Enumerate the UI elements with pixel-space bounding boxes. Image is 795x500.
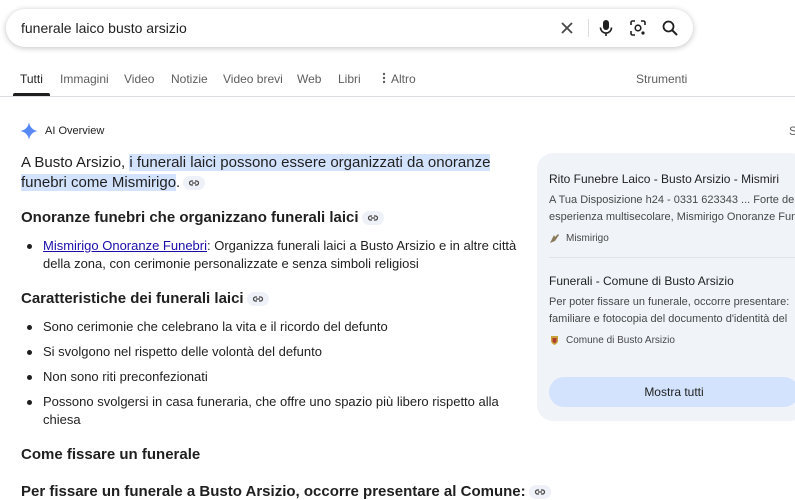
tab-tutti[interactable]: Tutti — [20, 72, 43, 86]
camera-lens-icon[interactable] — [628, 18, 648, 38]
list-item: Non sono riti preconfezionati — [21, 368, 521, 386]
close-icon[interactable] — [557, 18, 577, 38]
search-input[interactable] — [21, 9, 541, 47]
section-heading: Onoranze funebri che organizzano funeral… — [21, 209, 384, 226]
ai-overview-label: AI Overview — [45, 125, 105, 137]
tab-altro-label: Altro — [391, 72, 416, 86]
source-name: Comune di Busto Arsizio — [566, 335, 675, 346]
sources-panel: Rito Funebre Laico - Busto Arsizio - Mis… — [537, 153, 795, 421]
link-icon — [367, 215, 378, 221]
card-divider — [549, 257, 795, 258]
section-title: Per fissare un funerale a Busto Arsizio,… — [21, 483, 526, 500]
ai-overview-lead: A Busto Arsizio, i funerali laici posson… — [21, 153, 501, 193]
source-name: Mismirigo — [566, 233, 609, 244]
source-card-snippet: esperienza multisecolare, Mismirigo Onor… — [549, 211, 795, 223]
search-icon[interactable] — [660, 18, 680, 38]
citation-link-button[interactable] — [528, 485, 551, 500]
source-card-source[interactable]: Comune di Busto Arsizio — [549, 335, 675, 346]
section-heading: Caratteristiche dei funerali laici — [21, 290, 269, 307]
tab-immagini[interactable]: Immagini — [60, 72, 109, 86]
section-heading: Come fissare un funerale — [21, 446, 200, 463]
lead-highlight-2: funebri come Mismirigo — [21, 174, 177, 191]
tab-altro[interactable]: Altro — [380, 72, 416, 86]
source-card-title[interactable]: Rito Funebre Laico - Busto Arsizio - Mis… — [549, 172, 779, 186]
citation-link-button[interactable] — [246, 292, 269, 307]
lead-prefix: A Busto Arsizio, — [21, 154, 130, 171]
tab-video[interactable]: Video — [124, 72, 154, 86]
lead-suffix: . — [176, 174, 181, 191]
section-title: Come fissare un funerale — [21, 446, 201, 463]
section-title: Caratteristiche dei funerali laici — [21, 290, 244, 307]
tab-libri[interactable]: Libri — [338, 72, 361, 86]
source-card-title[interactable]: Funerali - Comune di Busto Arsizio — [549, 274, 734, 288]
active-tab-indicator — [13, 93, 50, 96]
link-icon — [534, 489, 545, 495]
city-crest-icon — [551, 336, 558, 345]
citation-link-button[interactable] — [183, 176, 206, 191]
tab-notizie[interactable]: Notizie — [171, 72, 208, 86]
sparkle-icon — [20, 122, 38, 140]
bullet-list: Sono cerimonie che celebrano la vita e i… — [21, 318, 521, 429]
bullet-list: Mismirigo Onoranze Funebri: Organizza fu… — [21, 237, 521, 273]
source-link[interactable]: Mismirigo Onoranze Funebri — [43, 238, 207, 253]
mismirigo-favicon-icon — [550, 234, 559, 243]
source-card-snippet: A Tua Disposizione h24 - 0331 623343 ...… — [549, 194, 795, 206]
search-tabs: Tutti Immagini Video Notizie Video brevi… — [0, 60, 795, 97]
section-title: Onoranze funebri che organizzano funeral… — [21, 209, 359, 226]
microphone-icon[interactable] — [596, 18, 616, 38]
list-item: Sono cerimonie che celebrano la vita e i… — [21, 318, 521, 336]
source-card-snippet: Per poter fissare un funerale, occorre p… — [549, 296, 790, 308]
vertical-dots-icon — [382, 72, 386, 84]
link-icon — [252, 296, 263, 302]
tools-button[interactable]: Strumenti — [636, 72, 687, 86]
list-item: Possono svolgersi in casa funeraria, che… — [21, 393, 521, 429]
tab-video-brevi[interactable]: Video brevi — [223, 72, 283, 86]
corner-letter: S — [789, 124, 795, 138]
source-card-snippet: familiare e fotocopia del documento d'id… — [549, 313, 788, 325]
section-heading: Per fissare un funerale a Busto Arsizio,… — [21, 483, 551, 500]
list-item: Mismirigo Onoranze Funebri: Organizza fu… — [21, 237, 521, 273]
tab-web[interactable]: Web — [297, 72, 321, 86]
search-divider — [588, 19, 589, 37]
list-item: Si svolgono nel rispetto delle volontà d… — [21, 343, 521, 361]
citation-link-button[interactable] — [361, 211, 384, 226]
lead-highlight-1: i funerali laici possono essere organizz… — [129, 154, 491, 171]
link-icon — [189, 180, 200, 186]
search-bar — [6, 9, 693, 47]
source-card-source[interactable]: Mismirigo — [549, 233, 609, 244]
ai-overview-header: AI Overview — [20, 122, 104, 140]
show-all-button[interactable]: Mostra tutti — [549, 377, 795, 407]
